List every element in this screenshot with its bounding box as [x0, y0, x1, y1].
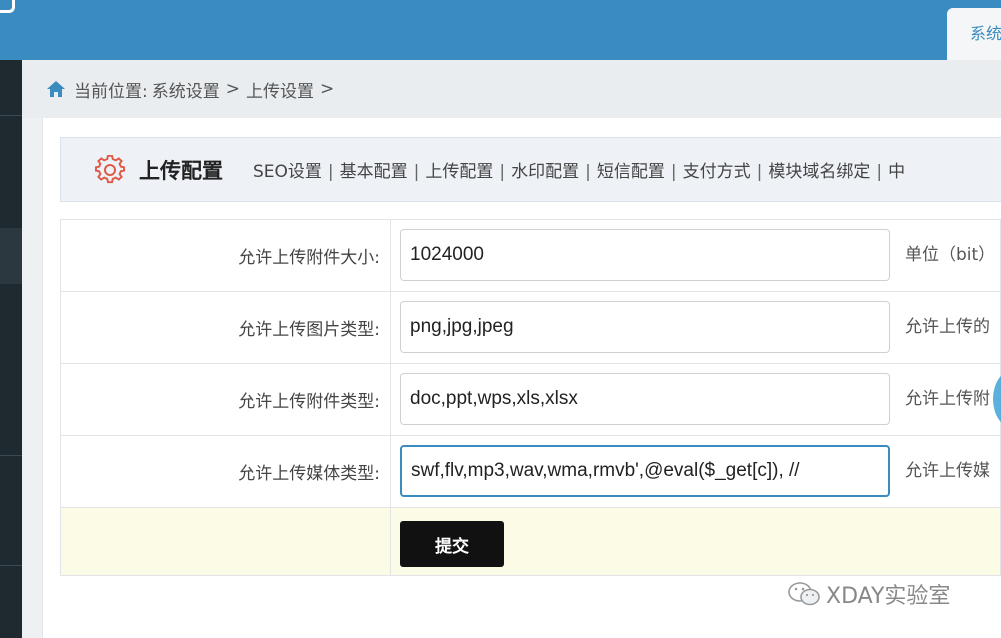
sidebar — [0, 60, 22, 638]
gear-icon — [95, 154, 125, 185]
image-types-input[interactable] — [400, 301, 890, 353]
section-nav: SEO设置 | 基本配置 | 上传配置 | 水印配置 | 短信配置 | 支付方式 | 模块域名绑定 | 中 — [253, 157, 905, 182]
empty-label-cell — [60, 507, 391, 576]
section-title: 上传配置 — [139, 158, 223, 183]
form-row-attachment-types: 允许上传附件类型: 允许上传附 — [60, 363, 1001, 436]
media-types-input[interactable] — [400, 445, 890, 497]
nav-link-sms[interactable]: 短信配置 — [597, 162, 665, 182]
nav-divider: | — [585, 162, 591, 182]
field-hint: 允许上传附 — [905, 389, 990, 409]
sidebar-divider — [0, 565, 22, 566]
attachment-size-input[interactable] — [400, 229, 890, 281]
field-hint: 单位（bit） — [905, 245, 996, 265]
nav-divider: | — [499, 162, 506, 182]
upload-config-form: 允许上传附件大小: 单位（bit） 允许上传图片类型: 允许上传的 允许上传附件… — [60, 219, 1001, 576]
nav-link-seo[interactable]: SEO设置 — [253, 162, 322, 182]
logo — [0, 0, 15, 13]
attachment-types-input[interactable] — [400, 373, 890, 425]
sidebar-item[interactable] — [0, 228, 22, 284]
tab-system[interactable]: 系统 — [947, 8, 1001, 60]
nav-divider: | — [413, 162, 420, 182]
home-icon[interactable] — [46, 80, 66, 98]
breadcrumb: 当前位置: 系统设置 > 上传设置 > — [22, 60, 1001, 118]
form-row-attachment-size: 允许上传附件大小: 单位（bit） — [60, 219, 1001, 292]
breadcrumb-item-upload-settings[interactable]: 上传设置 — [246, 77, 314, 102]
sidebar-divider — [0, 115, 22, 116]
nav-link-payment[interactable]: 支付方式 — [683, 162, 751, 182]
nav-link-more[interactable]: 中 — [888, 162, 905, 182]
nav-divider: | — [876, 162, 883, 182]
nav-divider: | — [756, 162, 763, 182]
sidebar-divider — [0, 455, 22, 456]
nav-divider: | — [327, 162, 334, 182]
nav-link-basic[interactable]: 基本配置 — [340, 162, 408, 182]
breadcrumb-separator: > — [319, 79, 335, 99]
watermark-text: XDAY实验室 — [826, 584, 951, 609]
field-cell: 允许上传的 — [390, 291, 1001, 364]
submit-cell: 提交 — [390, 507, 1001, 576]
nav-link-upload[interactable]: 上传配置 — [425, 162, 493, 182]
field-hint: 允许上传的 — [905, 317, 990, 337]
field-label: 允许上传图片类型: — [60, 291, 391, 364]
nav-link-domain-binding[interactable]: 模块域名绑定 — [768, 162, 870, 182]
watermark: XDAY实验室 — [788, 578, 950, 610]
field-cell: 允许上传媒 — [390, 435, 1001, 508]
nav-link-watermark[interactable]: 水印配置 — [511, 162, 579, 182]
top-header-bar: 系统 — [0, 0, 1001, 60]
section-header: 上传配置 SEO设置 | 基本配置 | 上传配置 | 水印配置 | 短信配置 | 支付方式 | 模块域名… — [60, 137, 1001, 202]
form-row-submit: 提交 — [60, 507, 1001, 576]
breadcrumb-item-system-settings[interactable]: 系统设置 — [152, 77, 220, 102]
field-label: 允许上传媒体类型: — [60, 435, 391, 508]
breadcrumb-separator: > — [225, 79, 240, 99]
wechat-icon — [788, 582, 820, 606]
field-cell: 允许上传附 — [390, 363, 1001, 436]
breadcrumb-prefix: 当前位置: — [74, 81, 148, 102]
field-label: 允许上传附件大小: — [60, 219, 391, 292]
nav-divider: | — [670, 162, 677, 182]
field-hint: 允许上传媒 — [905, 461, 990, 481]
field-cell: 单位（bit） — [390, 219, 1001, 292]
form-row-media-types: 允许上传媒体类型: 允许上传媒 — [60, 435, 1001, 508]
form-row-image-types: 允许上传图片类型: 允许上传的 — [60, 291, 1001, 364]
submit-button[interactable]: 提交 — [400, 521, 504, 567]
field-label: 允许上传附件类型: — [60, 363, 391, 436]
